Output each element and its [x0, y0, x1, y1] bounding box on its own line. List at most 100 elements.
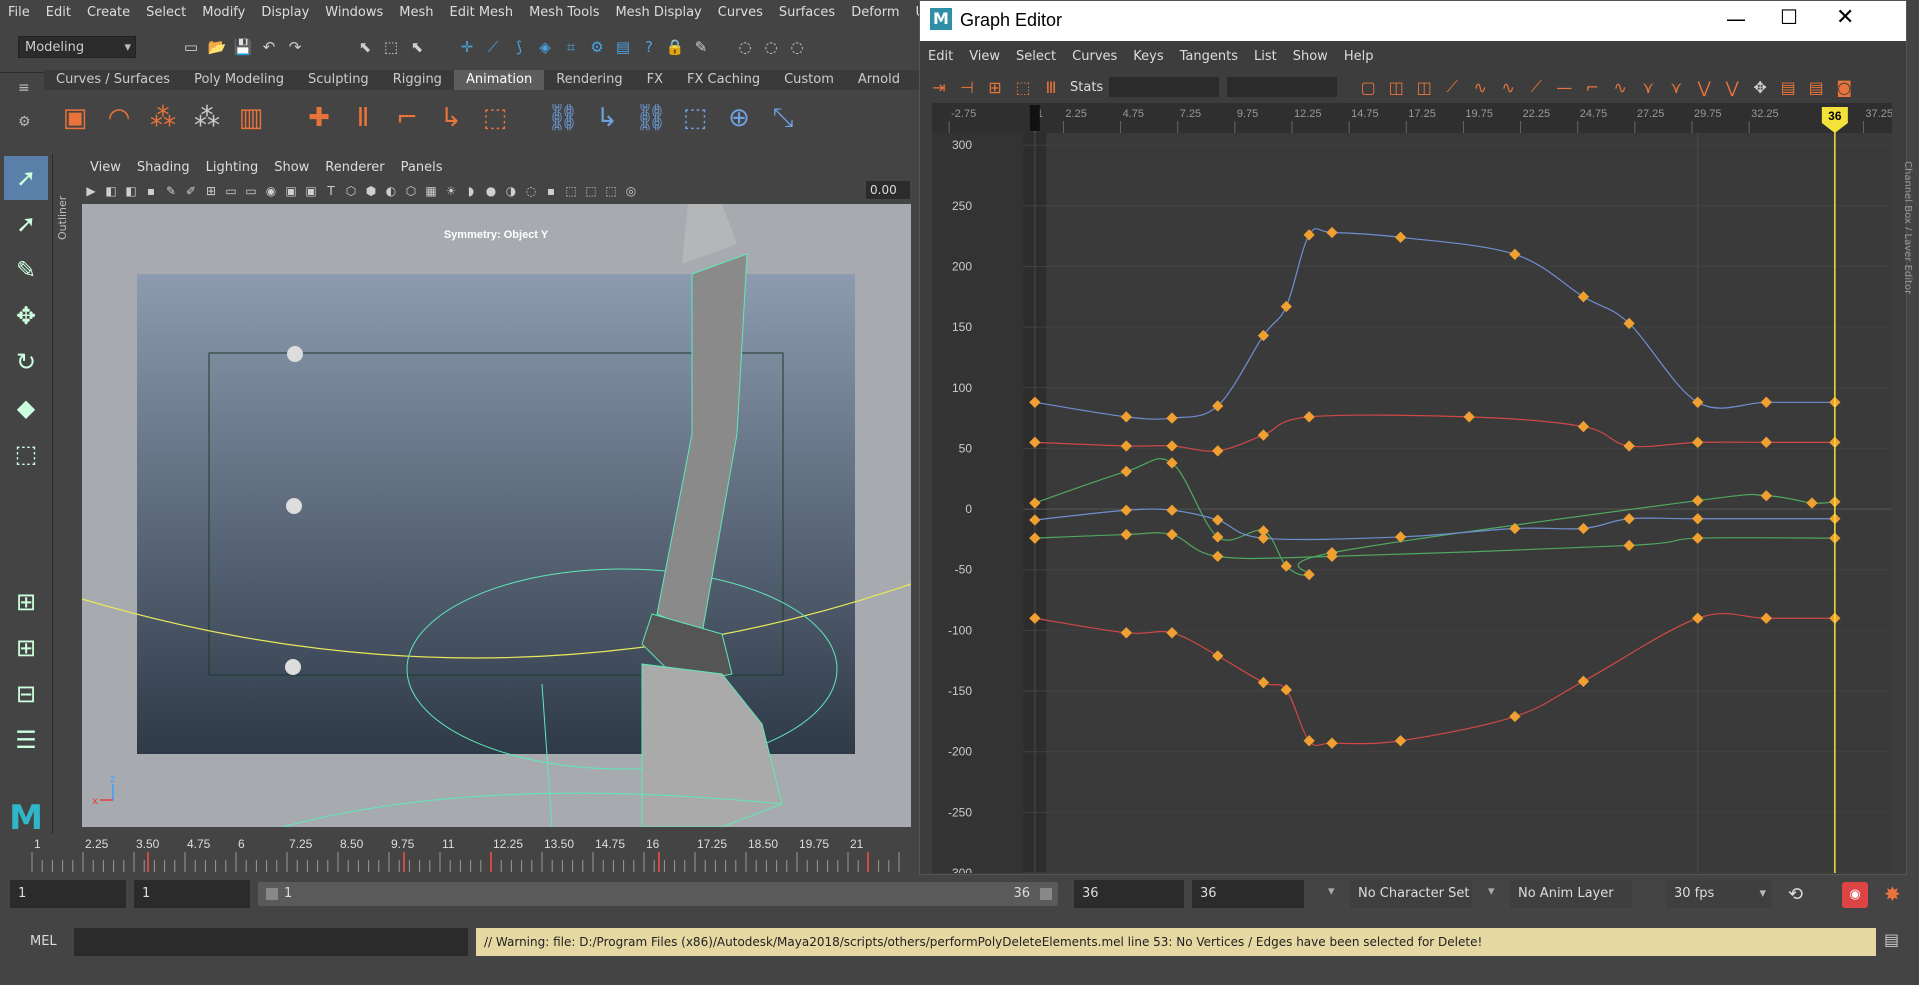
step-tangent-icon[interactable]: ⌐ — [1579, 74, 1605, 100]
side-tabs[interactable]: Channel Box / Layer EditorModeling Toolk… — [1905, 161, 1913, 761]
playback-end-field[interactable]: 36 — [1074, 880, 1184, 908]
playblast-icon[interactable]: ▣ — [58, 101, 92, 135]
shelf-tab-animation[interactable]: Animation — [453, 70, 545, 90]
select-by-object-icon[interactable]: ⬚ — [380, 36, 402, 58]
grid-icon[interactable]: ⊞ — [202, 182, 220, 200]
shelf-tab-fx-caching[interactable]: FX Caching — [675, 70, 772, 90]
preferences-icon[interactable]: ✸ — [1884, 882, 1901, 906]
ik-handle-icon[interactable]: Ⅱ — [346, 101, 380, 135]
anti-aliasing-icon[interactable]: ◌ — [522, 182, 540, 200]
loop-icon[interactable]: ⟲ — [1788, 884, 1803, 905]
viewport-menu-show[interactable]: Show — [266, 160, 317, 175]
outliner-tab[interactable]: Outliner — [56, 160, 72, 240]
rotate-tool-icon[interactable]: ↻ — [4, 340, 48, 384]
ambient-occlusion-icon[interactable]: ● — [482, 182, 500, 200]
motion-blur-icon[interactable]: ◑ — [502, 182, 520, 200]
menu-modify[interactable]: Modify — [194, 5, 253, 20]
menu-file[interactable]: File — [0, 5, 38, 20]
pole-vector-icon[interactable]: ⤡ — [766, 101, 800, 135]
graph-menu-show[interactable]: Show — [1285, 49, 1336, 64]
side-tab[interactable]: Channel Box / Layer Editor — [1905, 161, 1913, 721]
range-slider-end-handle[interactable] — [1040, 888, 1052, 900]
dope-sheet-icon[interactable]: ▤ — [1775, 74, 1801, 100]
minimize-icon[interactable]: — — [1726, 7, 1746, 31]
menu-display[interactable]: Display — [253, 5, 317, 20]
scale-constraint-icon[interactable]: ⬚ — [678, 101, 712, 135]
graph-editor-shelf-icon[interactable]: ▥ — [234, 101, 268, 135]
time-editor-icon[interactable]: ◙ — [1831, 74, 1857, 100]
plateau-tangent-icon[interactable]: ∿ — [1607, 74, 1633, 100]
2d-pan-icon[interactable]: ✎ — [162, 182, 180, 200]
scale-tool-icon[interactable]: ◆ — [4, 386, 48, 430]
viewport-menu-panels[interactable]: Panels — [393, 160, 451, 175]
select-by-hierarchy-icon[interactable]: ⬉ — [354, 36, 376, 58]
safe-action-icon[interactable]: ▣ — [302, 182, 320, 200]
character-set-dropdown[interactable]: No Character Set — [1350, 880, 1472, 908]
smooth-shade-icon[interactable]: ⬢ — [362, 182, 380, 200]
character-set-menu-icon[interactable]: ▾ — [1328, 884, 1335, 899]
viewport[interactable]: Symmetry: Object Y z x — [82, 204, 911, 827]
menu-windows[interactable]: Windows — [317, 5, 391, 20]
shelf-tab-curves-surfaces[interactable]: Curves / Surfaces — [44, 70, 182, 90]
shelf-tab-fx[interactable]: FX — [635, 70, 675, 90]
clamped-tangent-icon[interactable]: ∿ — [1495, 74, 1521, 100]
menu-curves[interactable]: Curves — [710, 5, 771, 20]
menu-edit-mesh[interactable]: Edit Mesh — [442, 5, 522, 20]
graph-menu-curves[interactable]: Curves — [1064, 49, 1125, 64]
set-key-icon[interactable]: ⁂ — [146, 101, 180, 135]
field-chart-icon[interactable]: ▣ — [282, 182, 300, 200]
last-tool-icon[interactable]: ⬚ — [4, 432, 48, 476]
snap-curve-icon[interactable]: ⟋ — [482, 36, 504, 58]
paint-select-tool-icon[interactable]: ✎ — [4, 248, 48, 292]
graph-menu-edit[interactable]: Edit — [920, 49, 961, 64]
bind-skin-icon[interactable]: ⌐ — [390, 101, 424, 135]
menu-deform[interactable]: Deform — [843, 5, 907, 20]
viewport-menu-lighting[interactable]: Lighting — [198, 160, 267, 175]
lock-tangent-weight-icon[interactable]: ⋁ — [1719, 74, 1745, 100]
wireframe-on-shaded-icon[interactable]: ⬡ — [402, 182, 420, 200]
lattice-deform-icon[interactable]: ⊞ — [982, 74, 1008, 100]
shelf-options-icon[interactable]: ≡ ⚙ — [18, 80, 38, 140]
viewport-menu-shading[interactable]: Shading — [129, 160, 198, 175]
wireframe-icon[interactable]: ⬡ — [342, 182, 360, 200]
xray-joints-icon[interactable]: ⬚ — [582, 182, 600, 200]
close-icon[interactable]: ✕ — [1836, 5, 1854, 30]
exposure-icon[interactable]: ◎ — [622, 182, 640, 200]
graph-menu-help[interactable]: Help — [1336, 49, 1382, 64]
two-pane-layout-icon[interactable]: ⊟ — [4, 672, 48, 716]
frame-playback-range-icon[interactable]: ◫ — [1383, 74, 1409, 100]
retime-tool-icon[interactable]: Ⅲ — [1038, 74, 1064, 100]
resolution-gate-icon[interactable]: ▭ — [242, 182, 260, 200]
range-slider[interactable]: 1 36 — [258, 882, 1058, 906]
lock-icon[interactable]: 🔒 — [664, 36, 686, 58]
free-tangent-weight-icon[interactable]: ⋁ — [1691, 74, 1717, 100]
shadows-icon[interactable]: ◗ — [462, 182, 480, 200]
auto-tangent-icon[interactable]: ⟋ — [1439, 74, 1465, 100]
textured-icon[interactable]: ▦ — [422, 182, 440, 200]
spline-tangent-icon[interactable]: ∿ — [1467, 74, 1493, 100]
playback-start-field[interactable]: 1 — [134, 880, 250, 908]
orient-constraint-icon[interactable]: ⛓ — [634, 101, 668, 135]
shelf-tab-custom[interactable]: Custom — [772, 70, 846, 90]
single-pane-layout-icon[interactable]: ⊞ — [4, 580, 48, 624]
script-editor-icon[interactable]: ▤ — [1884, 930, 1899, 949]
trax-editor-icon[interactable]: ▤ — [1803, 74, 1829, 100]
point-constraint-icon[interactable]: ⛓ — [546, 101, 580, 135]
camera-attributes-icon[interactable]: ◧ — [102, 182, 120, 200]
lasso-icon[interactable]: ◌ — [734, 36, 756, 58]
redo-icon[interactable]: ↷ — [284, 36, 306, 58]
paint-select-icon[interactable]: ◌ — [760, 36, 782, 58]
undo-icon[interactable]: ↶ — [258, 36, 280, 58]
viewport-menu-renderer[interactable]: Renderer — [317, 160, 392, 175]
menu-edit[interactable]: Edit — [38, 5, 79, 20]
stats-time-field[interactable] — [1109, 77, 1220, 97]
snap-grid-icon[interactable]: ✛ — [456, 36, 478, 58]
anim-layer-dropdown[interactable]: No Anim Layer — [1510, 880, 1632, 908]
move-nearest-key-icon[interactable]: ⇥ — [926, 74, 952, 100]
time-slider[interactable]: 1 2.25 3.50 4.75 6 7.25 8.50 9.75 11 12.25 13.50 14… — [0, 834, 935, 874]
script-language-label[interactable]: MEL — [30, 930, 70, 954]
center-current-time-icon[interactable]: ◫ — [1411, 74, 1437, 100]
graph-menu-select[interactable]: Select — [1008, 49, 1064, 64]
maximize-icon[interactable]: ☐ — [1780, 5, 1798, 29]
anim-layer-menu-icon[interactable]: ▾ — [1488, 884, 1495, 899]
